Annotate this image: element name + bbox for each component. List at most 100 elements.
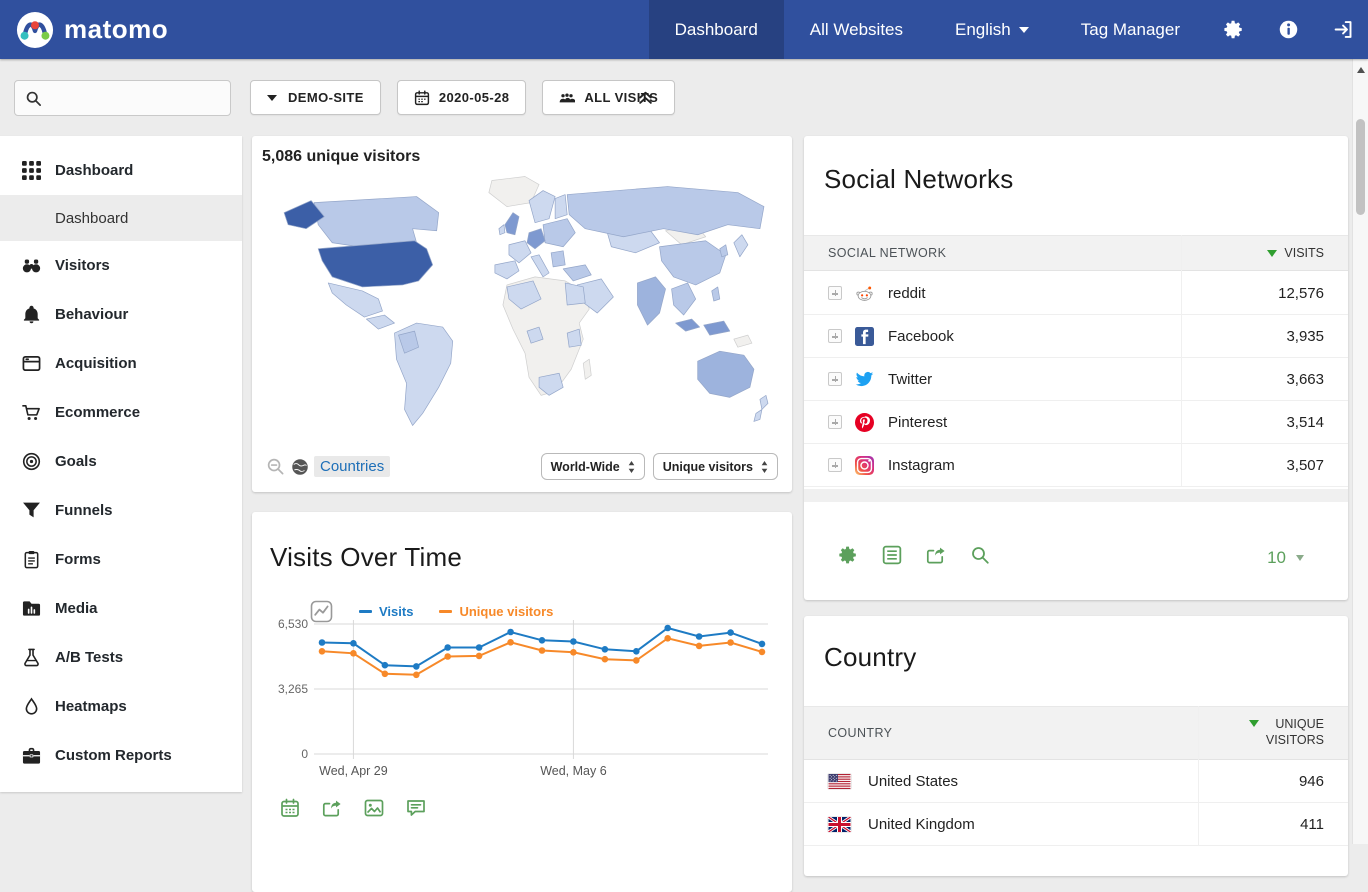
visits-value: 3,935 — [1286, 328, 1324, 345]
column-header-visits[interactable]: VISITS — [1267, 246, 1324, 260]
export-icon[interactable] — [926, 545, 946, 565]
nav-item-language[interactable]: English — [929, 0, 1055, 59]
facebook-icon — [855, 327, 874, 346]
row-limit-select[interactable]: 10 — [1267, 548, 1304, 568]
page-scrollbar[interactable] — [1352, 59, 1368, 844]
nav-item-tag-manager[interactable]: Tag Manager — [1055, 0, 1206, 59]
countries-link[interactable]: Countries — [314, 456, 390, 477]
social-network-name[interactable]: Facebook — [888, 328, 954, 345]
column-separator — [1198, 706, 1199, 846]
search-icon — [25, 90, 42, 107]
image-icon[interactable] — [364, 798, 384, 818]
chart-widget-title: Visits Over Time — [270, 542, 462, 573]
scrollbar-thumb[interactable] — [1356, 119, 1365, 215]
social-network-name[interactable]: Instagram — [888, 457, 955, 474]
metric-select[interactable]: Unique visitors — [653, 453, 778, 480]
collapse-bar-button[interactable] — [637, 89, 654, 106]
visits-evolution-chart[interactable]: 6,5303,2650Wed, Apr 29Wed, May 6 — [260, 612, 784, 792]
globe-icon — [291, 458, 309, 476]
sort-desc-icon — [1267, 250, 1277, 257]
annotation-icon[interactable] — [406, 798, 426, 818]
sidebar-item-label: Forms — [55, 551, 101, 568]
social-table-header: SOCIAL NETWORK VISITS — [804, 235, 1348, 271]
visitor-map-widget: 5,086 unique visitors — [252, 136, 792, 492]
calendar-icon[interactable] — [280, 798, 300, 818]
nav-item-all-websites[interactable]: All Websites — [784, 0, 929, 59]
sidebar-item-label: Dashboard — [55, 210, 128, 227]
sidebar-item-label: Acquisition — [55, 355, 137, 372]
search-input[interactable] — [50, 90, 210, 106]
expand-row-icon[interactable] — [828, 372, 842, 386]
svg-text:Wed, Apr 29: Wed, Apr 29 — [319, 764, 388, 778]
social-network-name[interactable]: Pinterest — [888, 414, 947, 431]
target-icon — [21, 452, 41, 472]
sidebar-item-custom-reports[interactable]: Custom Reports — [0, 731, 242, 780]
expand-row-icon[interactable] — [828, 286, 842, 300]
updown-arrows-icon — [628, 461, 635, 473]
world-map[interactable] — [266, 170, 778, 438]
sidebar-item-goals[interactable]: Goals — [0, 437, 242, 486]
export-icon[interactable] — [322, 798, 342, 818]
instagram-icon — [855, 456, 874, 475]
sidebar-item-media[interactable]: Media — [0, 584, 242, 633]
double-chevron-up-icon — [637, 89, 654, 106]
sidebar-item-label: Behaviour — [55, 306, 128, 323]
expand-row-icon[interactable] — [828, 415, 842, 429]
visits-value: 3,514 — [1286, 414, 1324, 431]
sidebar-item-funnels[interactable]: Funnels — [0, 486, 242, 535]
table-row-united-states: United States946 — [804, 760, 1348, 803]
date-selector-button[interactable]: 2020-05-28 — [397, 80, 527, 115]
sidebar-item-heatmaps[interactable]: Heatmaps — [0, 682, 242, 731]
search-icon[interactable] — [970, 545, 990, 565]
caret-down-icon — [1296, 555, 1304, 561]
sidebar-item-ecommerce[interactable]: Ecommerce — [0, 388, 242, 437]
column-header-social-network[interactable]: SOCIAL NETWORK — [828, 246, 946, 260]
sidebar-item-acquisition[interactable]: Acquisition — [0, 339, 242, 388]
updown-arrows-icon — [761, 461, 768, 473]
sidebar-item-label: Dashboard — [55, 162, 133, 179]
column-header-country[interactable]: COUNTRY — [828, 726, 892, 740]
sidebar-item-a-b-tests[interactable]: A/B Tests — [0, 633, 242, 682]
table-row-twitter: Twitter3,663 — [804, 358, 1348, 401]
signin-icon[interactable] — [1316, 0, 1368, 59]
sidebar-item-visitors[interactable]: Visitors — [0, 241, 242, 290]
country-widget: Country COUNTRY UNIQUEVISITORS United St… — [804, 616, 1348, 876]
country-table-header: COUNTRY UNIQUEVISITORS — [804, 706, 1348, 760]
search-box[interactable] — [14, 80, 231, 116]
clipboard-icon — [21, 550, 41, 570]
sidebar-item-dashboard[interactable]: Dashboard — [0, 195, 242, 241]
gear-icon[interactable] — [1206, 0, 1261, 59]
country-name: United States — [868, 773, 958, 790]
flask-icon — [21, 648, 41, 668]
brand-text: matomo — [64, 14, 168, 45]
column-separator — [1181, 235, 1182, 486]
navbar-menu: Dashboard All Websites English Tag Manag… — [649, 0, 1368, 59]
expand-row-icon[interactable] — [828, 329, 842, 343]
visits-value: 12,576 — [1278, 285, 1324, 302]
sidebar-item-dashboard[interactable]: Dashboard — [0, 146, 242, 195]
table-icon[interactable] — [882, 545, 902, 565]
expand-row-icon[interactable] — [828, 458, 842, 472]
country-widget-title: Country — [824, 642, 916, 673]
matomo-logo[interactable]: matomo — [0, 11, 168, 49]
social-network-name[interactable]: Twitter — [888, 371, 932, 388]
sidebar-item-label: Heatmaps — [55, 698, 127, 715]
matomo-logo-icon — [16, 11, 54, 49]
sidebar-item-forms[interactable]: Forms — [0, 535, 242, 584]
nav-item-dashboard[interactable]: Dashboard — [649, 0, 784, 59]
site-selector-button[interactable]: DEMO-SITE — [250, 80, 381, 115]
social-networks-widget: Social Networks SOCIAL NETWORK VISITS re… — [804, 136, 1348, 600]
segment-selector-button[interactable]: ALL VISITS — [542, 80, 675, 115]
gear-icon[interactable] — [838, 545, 858, 565]
country-table-body: United States946United Kingdom411 — [804, 760, 1348, 846]
funnel-icon — [21, 501, 41, 521]
info-icon[interactable] — [1261, 0, 1316, 59]
region-select[interactable]: World-Wide — [541, 453, 645, 480]
droplet-icon — [21, 697, 41, 717]
zoom-out-icon[interactable] — [266, 457, 285, 476]
social-network-name[interactable]: reddit — [888, 285, 926, 302]
unique-visitors-value: 411 — [1300, 816, 1324, 833]
scroll-up-arrow-icon[interactable] — [1357, 67, 1365, 73]
column-header-unique-visitors[interactable]: UNIQUEVISITORS — [1249, 717, 1324, 748]
sidebar-item-behaviour[interactable]: Behaviour — [0, 290, 242, 339]
